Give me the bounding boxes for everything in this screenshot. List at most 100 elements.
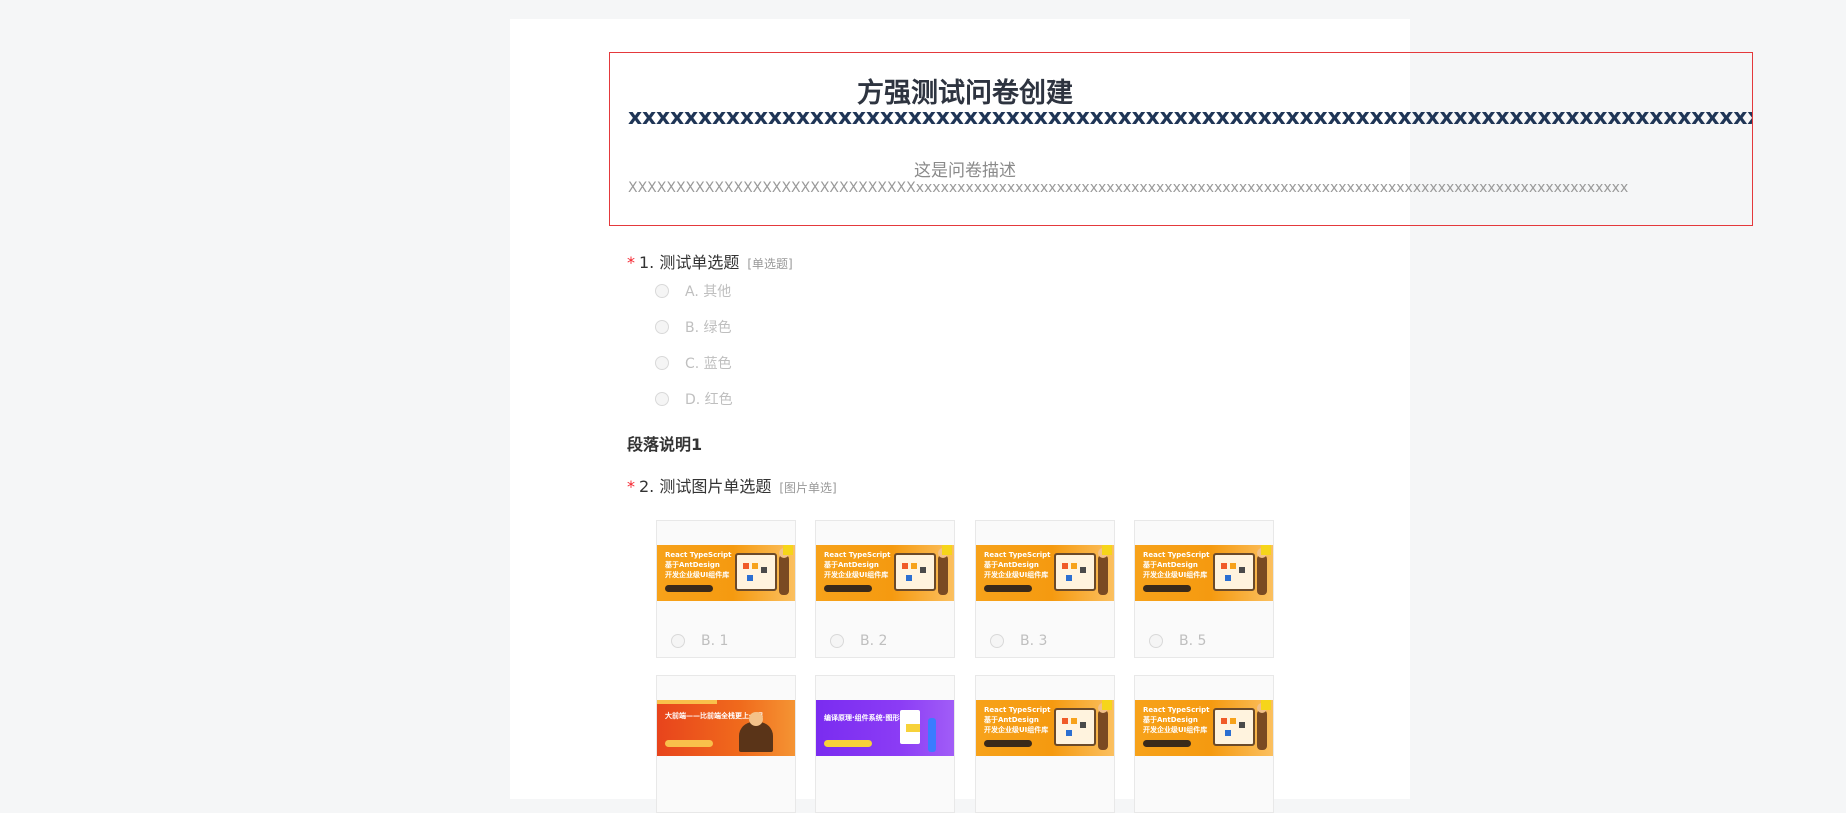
radio-button[interactable]: [655, 356, 669, 370]
person-illustration: [938, 548, 948, 595]
banner-line: 基于AntDesign: [824, 561, 879, 569]
banner-pill: [665, 585, 713, 592]
person-illustration: [1257, 548, 1267, 595]
option-a[interactable]: A. 其他: [655, 281, 731, 301]
radio-button[interactable]: [655, 392, 669, 406]
image-option-label: B. 2: [860, 633, 888, 649]
whiteboard-illustration: [1213, 553, 1255, 591]
corner-badge: [783, 545, 793, 555]
image-option-label-row[interactable]: B. 2: [830, 633, 887, 649]
image-option-card[interactable]: React TypeScript 基于AntDesign 开发企业级UI组件库 …: [815, 520, 955, 658]
banner-tag: [657, 700, 717, 704]
banner-line: React TypeScript: [1143, 706, 1210, 714]
option-label: B. 绿色: [685, 320, 732, 336]
radio-button[interactable]: [1149, 634, 1163, 648]
option-label: A. 其他: [685, 284, 732, 300]
person-illustration: [1098, 703, 1108, 750]
banner-pill: [824, 585, 872, 592]
document-illustration: [900, 710, 920, 744]
required-mark: *: [627, 477, 635, 496]
image-option-card[interactable]: React TypeScript 基于AntDesign 开发企业级UI组件库 …: [975, 520, 1115, 658]
whiteboard-illustration: [894, 553, 936, 591]
person-laptop-illustration: [739, 712, 773, 752]
question-1-title: * 1. 测试单选题 [单选题]: [627, 249, 793, 273]
banner-pill: [665, 740, 713, 747]
banner-line: React TypeScript: [665, 551, 732, 559]
whiteboard-illustration: [735, 553, 777, 591]
banner-pill: [824, 740, 872, 747]
banner-line: React TypeScript: [1143, 551, 1210, 559]
option-label: D. 红色: [685, 392, 733, 408]
option-d[interactable]: D. 红色: [655, 389, 733, 409]
banner-line: 基于AntDesign: [984, 716, 1039, 724]
question-number: 2.: [639, 477, 655, 496]
person-illustration: [1257, 703, 1267, 750]
corner-badge: [942, 545, 952, 555]
question-number: 1.: [639, 253, 655, 272]
image-option-card[interactable]: React TypeScript 基于AntDesign 开发企业级UI组件库: [1134, 675, 1274, 813]
corner-badge: [1261, 700, 1271, 710]
image-option-card[interactable]: React TypeScript 基于AntDesign 开发企业级UI组件库 …: [656, 520, 796, 658]
banner-line: React TypeScript: [984, 551, 1051, 559]
banner-image: React TypeScript 基于AntDesign 开发企业级UI组件库: [1135, 545, 1273, 601]
banner-pill: [984, 740, 1032, 747]
image-option-card[interactable]: 大前端——比前端全栈更上一层: [656, 675, 796, 813]
banner-line: 基于AntDesign: [665, 561, 720, 569]
banner-line: 开发企业级UI组件库: [984, 571, 1049, 579]
radio-button[interactable]: [671, 634, 685, 648]
banner-line: 开发企业级UI组件库: [665, 571, 730, 579]
image-option-label: B. 5: [1179, 633, 1207, 649]
option-b[interactable]: B. 绿色: [655, 317, 732, 337]
radio-button[interactable]: [990, 634, 1004, 648]
banner-line: React TypeScript: [824, 551, 891, 559]
question-type-label: [单选题]: [747, 257, 793, 271]
banner-pill: [1143, 585, 1191, 592]
banner-image: 大前端——比前端全栈更上一层: [657, 700, 795, 756]
image-option-label-row[interactable]: B. 3: [990, 633, 1047, 649]
banner-pill: [1143, 740, 1191, 747]
option-c[interactable]: C. 蓝色: [655, 353, 732, 373]
image-option-label-row[interactable]: B. 5: [1149, 633, 1206, 649]
person-illustration: [928, 718, 936, 752]
banner-image: 编译原理·组件系统·图形学: [816, 700, 954, 756]
banner-line: 开发企业级UI组件库: [984, 726, 1049, 734]
image-option-card[interactable]: React TypeScript 基于AntDesign 开发企业级UI组件库 …: [1134, 520, 1274, 658]
radio-button[interactable]: [830, 634, 844, 648]
banner-line: 开发企业级UI组件库: [824, 571, 889, 579]
image-option-label: B. 1: [701, 633, 729, 649]
required-mark: *: [627, 253, 635, 272]
image-option-card[interactable]: 编译原理·组件系统·图形学: [815, 675, 955, 813]
banner-line: 开发企业级UI组件库: [1143, 726, 1208, 734]
radio-button[interactable]: [655, 320, 669, 334]
banner-line: 编译原理·组件系统·图形学: [824, 714, 907, 722]
banner-pill: [984, 585, 1032, 592]
banner-image: React TypeScript 基于AntDesign 开发企业级UI组件库: [1135, 700, 1273, 756]
corner-badge: [1261, 545, 1271, 555]
banner-line: 开发企业级UI组件库: [1143, 571, 1208, 579]
survey-header[interactable]: 方强测试问卷创建 xxxxxxxxxxxxxxxxxxxxxxxxxxxxxxx…: [609, 52, 1753, 226]
corner-badge: [1102, 545, 1112, 555]
corner-badge: [1102, 700, 1112, 710]
banner-image: React TypeScript 基于AntDesign 开发企业级UI组件库: [657, 545, 795, 601]
image-option-card[interactable]: React TypeScript 基于AntDesign 开发企业级UI组件库: [975, 675, 1115, 813]
person-illustration: [779, 548, 789, 595]
image-option-label-row[interactable]: B. 1: [671, 633, 728, 649]
banner-image: React TypeScript 基于AntDesign 开发企业级UI组件库: [976, 545, 1114, 601]
question-type-label: [图片单选]: [779, 481, 837, 495]
option-label: C. 蓝色: [685, 356, 732, 372]
banner-line: 基于AntDesign: [1143, 716, 1198, 724]
question-2-title: * 2. 测试图片单选题 [图片单选]: [627, 473, 837, 497]
survey-title-extra: xxxxxxxxxxxxxxxxxxxxxxxxxxxxxxxxxxxxxxxx…: [628, 105, 1753, 130]
image-option-label: B. 3: [1020, 633, 1048, 649]
banner-line: 基于AntDesign: [1143, 561, 1198, 569]
banner-line: React TypeScript: [984, 706, 1051, 714]
paragraph-description: 段落说明1: [627, 435, 703, 454]
whiteboard-illustration: [1054, 553, 1096, 591]
radio-button[interactable]: [655, 284, 669, 298]
question-text: 测试单选题: [659, 253, 740, 272]
person-illustration: [1098, 548, 1108, 595]
whiteboard-illustration: [1213, 708, 1255, 746]
survey-description-extra: XXXXXXXXXXXXXXXXXXXXXXXXXXXXXXxxxxxxxxxx…: [628, 180, 1629, 196]
banner-line: 基于AntDesign: [984, 561, 1039, 569]
banner-image: React TypeScript 基于AntDesign 开发企业级UI组件库: [816, 545, 954, 601]
